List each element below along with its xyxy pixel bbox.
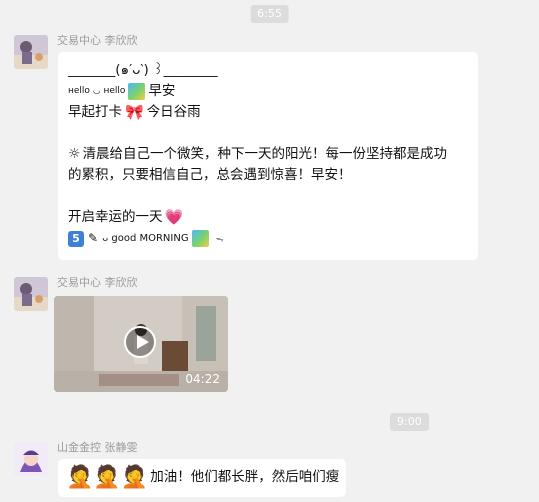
sender-name: 山金金控 张静雯 <box>57 441 138 454</box>
text-line: 清晨给自己一个微笑，种下一天的阳光！每一份坚持都是成功 <box>82 146 448 162</box>
text-morning: 早安 <box>148 83 176 99</box>
facepalm-emoji-icon: 🤦 <box>120 465 149 490</box>
avatar[interactable] <box>14 35 48 69</box>
text-checkin: 早起打卡 <box>68 104 122 120</box>
timestamp: 6:55 <box>250 5 289 23</box>
pencil-icon: ✎ <box>88 231 99 245</box>
small-symbol: ᯓ <box>215 234 224 243</box>
avatar[interactable] <box>14 277 48 311</box>
bow-icon: 🎀 <box>125 103 144 121</box>
video-duration: 04:22 <box>185 372 220 386</box>
avatar[interactable] <box>14 442 48 476</box>
text-guyu: 今日谷雨 <box>146 104 201 120</box>
sender-name: 交易中心 李欣欣 <box>57 34 138 47</box>
text-line: 的累积，只要相信自己，总会遇到惊喜！早安！ <box>68 167 352 183</box>
sender-name: 交易中心 李欣欣 <box>57 276 138 289</box>
sun-icon: ☼ <box>68 146 81 162</box>
text-line: _______(๑′ᴗ‵) ꒱________ <box>68 62 218 78</box>
small-text: ʜello ◡ ʜello <box>68 86 126 96</box>
play-icon[interactable] <box>124 326 156 358</box>
rainbow-icon <box>191 230 209 247</box>
heart-icon: 💗 <box>164 208 184 226</box>
text-good-morning: ᴗ good MORNING <box>102 233 189 244</box>
rainbow-icon <box>128 83 146 100</box>
message-bubble[interactable]: 🤦 🤦 🤦 加油！他们都长胖，然后咱们瘦 <box>58 459 346 497</box>
text-lucky-day: 开启幸运的一天 <box>68 209 163 225</box>
message-text: 加油！他们都长胖，然后咱们瘦 <box>150 469 340 485</box>
message-bubble[interactable]: _______(๑′ᴗ‵) ꒱________ ʜello ◡ ʜello 早安… <box>58 52 478 260</box>
video-message[interactable]: 04:22 <box>54 296 228 392</box>
facepalm-emoji-icon: 🤦 <box>93 465 121 490</box>
facepalm-emoji-icon: 🤦 <box>66 465 94 490</box>
number-five-icon: 5 <box>68 230 84 247</box>
timestamp: 9:00 <box>390 413 429 431</box>
